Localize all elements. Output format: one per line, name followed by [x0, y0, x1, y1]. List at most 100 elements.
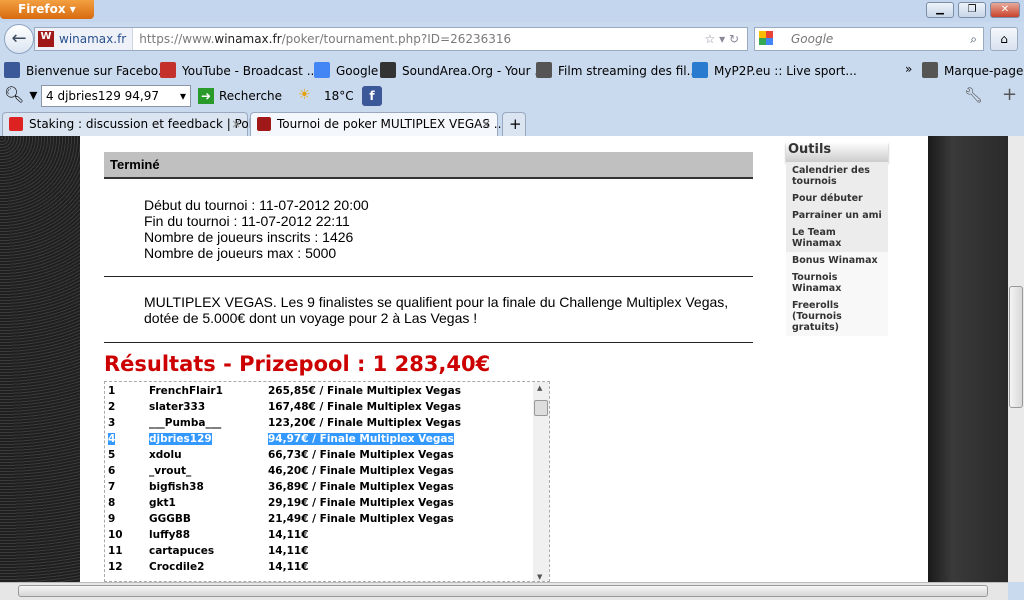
prize: 14,11€	[268, 545, 309, 557]
maximize-button[interactable]: ❐	[958, 2, 986, 18]
player-name: cartapuces	[149, 545, 215, 557]
bookmark-film-streaming[interactable]: Film streaming des fil...	[536, 62, 698, 78]
horizontal-scrollbar[interactable]	[0, 582, 1008, 600]
prize: 167,48€ / Finale Multiplex Vegas	[268, 401, 462, 413]
tab-tournament[interactable]: Tournoi de poker MULTIPLEX VEGAS ... ×	[250, 112, 505, 136]
sidebar-item[interactable]: Tournois Winamax	[786, 269, 888, 297]
prize: 29,19€ / Finale Multiplex Vegas	[268, 497, 454, 509]
player-name: djbries129	[149, 433, 212, 445]
bookmark-youtube[interactable]: YouTube - Broadcast ...	[160, 62, 318, 78]
scroll-thumb[interactable]	[1009, 286, 1023, 408]
bookmarks-menu[interactable]: Marque-pages	[922, 62, 1024, 78]
rank: 7	[108, 481, 116, 493]
player-name: GGGBB	[149, 513, 191, 525]
bookmarks-icon	[922, 62, 938, 78]
scroll-up-icon: ▲	[537, 384, 543, 392]
close-tab-icon: ×	[230, 117, 241, 131]
tab-favicon	[9, 117, 23, 131]
new-tab-button[interactable]: +	[502, 112, 526, 136]
rank: 5	[108, 449, 116, 461]
prize: 46,20€ / Finale Multiplex Vegas	[268, 465, 454, 477]
prize: 123,20€ / Finale Multiplex Vegas	[268, 417, 462, 429]
bookmark-soundarea[interactable]: SoundArea.Org - Your ...	[380, 62, 546, 78]
vertical-scrollbar[interactable]	[1008, 136, 1024, 582]
firefox-label: Firefox	[18, 2, 66, 16]
sidebar-item[interactable]: Freerolls (Tournois gratuits)	[786, 297, 888, 336]
search-label[interactable]: Recherche	[219, 89, 282, 103]
tools-sidebar: Outils Calendrier des tournois Pour début…	[786, 142, 888, 336]
tab-staking[interactable]: Staking : discussion et feedback | Pok..…	[2, 112, 267, 136]
sidebar-item[interactable]: Calendrier des tournois	[786, 162, 888, 190]
tab-favicon	[257, 117, 271, 131]
player-name: Crocdile2	[149, 561, 205, 573]
results-title: Résultats - Prizepool : 1 283,40€	[104, 352, 491, 376]
winamax-favicon: W	[38, 31, 54, 47]
results-scrollbar[interactable]: ▲ ▼	[533, 382, 549, 581]
weather-temperature: 18°C	[324, 89, 354, 103]
divider	[104, 276, 753, 277]
rank: 1	[108, 385, 116, 397]
bookmark-facebook[interactable]: Bienvenue sur Facebo...	[4, 62, 169, 78]
player-name: _vrout_	[149, 465, 192, 477]
prize: 14,11€	[268, 561, 309, 573]
search-icon: ⌕	[970, 32, 977, 46]
google-icon	[314, 62, 330, 78]
scroll-thumb[interactable]	[18, 585, 988, 597]
tournament-start: Début du tournoi : 11-07-2012 20:00	[144, 197, 369, 213]
background-left	[0, 136, 80, 582]
bookmarks-overflow[interactable]: »	[905, 62, 912, 76]
wrench-icon[interactable]: 🔧︎	[964, 86, 983, 104]
bookmark-google[interactable]: Google	[314, 62, 378, 78]
bookmark-star-icon[interactable]: ☆ ▾ ↻	[705, 28, 739, 50]
go-arrow-icon[interactable]: ➜	[198, 88, 214, 104]
tournament-description: MULTIPLEX VEGAS. Les 9 finalistes se qua…	[144, 294, 729, 326]
bookmarks-bar: Bienvenue sur Facebo... YouTube - Broadc…	[0, 58, 1024, 82]
facebook-icon[interactable]: f	[362, 86, 382, 106]
prize: 66,73€ / Finale Multiplex Vegas	[268, 449, 454, 461]
max-players: Nombre de joueurs max : 5000	[144, 245, 337, 261]
tournament-end: Fin du tournoi : 11-07-2012 22:11	[144, 213, 350, 229]
minimize-button[interactable]: ▁	[926, 2, 954, 18]
rank: 11	[108, 545, 123, 557]
rank: 9	[108, 513, 116, 525]
firefox-menu-button[interactable]: Firefox ▾	[0, 0, 94, 19]
rank: 2	[108, 401, 116, 413]
search-input[interactable]: Google ⌕	[754, 27, 984, 51]
player-name: FrenchFlair1	[149, 385, 223, 397]
rank: 8	[108, 497, 116, 509]
player-name: xdolu	[149, 449, 182, 461]
magnifier-icon[interactable]: 🔍︎ ▾	[4, 85, 37, 104]
scroll-thumb	[534, 400, 548, 416]
home-button[interactable]: ⌂	[990, 27, 1018, 51]
prize: 265,85€ / Finale Multiplex Vegas	[268, 385, 462, 397]
facebook-icon	[4, 62, 20, 78]
rank: 12	[108, 561, 123, 573]
add-icon[interactable]: +	[1002, 84, 1017, 105]
sidebar-item[interactable]: Bonus Winamax	[786, 252, 888, 269]
background-right	[928, 136, 1008, 582]
prize: 21,49€ / Finale Multiplex Vegas	[268, 513, 454, 525]
rank: 10	[108, 529, 123, 541]
player-name: gkt1	[149, 497, 176, 509]
soundarea-icon	[380, 62, 396, 78]
toolbar-search-combo[interactable]: 4 djbries129 94,97 ▾	[41, 85, 191, 107]
prize: 94,97€ / Finale Multiplex Vegas	[268, 433, 454, 445]
registered-players: Nombre de joueurs inscrits : 1426	[144, 229, 354, 245]
sidebar-item[interactable]: Parrainer un ami	[786, 207, 888, 224]
sidebar-item[interactable]: Le Team Winamax	[786, 224, 888, 252]
player-name: ___Pumba___	[149, 417, 222, 429]
bookmark-myp2p[interactable]: MyP2P.eu :: Live sport...	[692, 62, 857, 78]
results-list[interactable]: 1 FrenchFlair1 265,85€ / Finale Multiplex …	[104, 381, 550, 582]
chevron-down-icon: ▾	[179, 89, 186, 103]
url-bar[interactable]: winamax.fr https://www.winamax.fr/poker/t…	[34, 27, 748, 51]
prize: 14,11€	[268, 529, 309, 541]
main-page: Terminé Début du tournoi : 11-07-2012 20…	[80, 136, 928, 582]
star-icon	[536, 62, 552, 78]
close-button[interactable]: ✕	[990, 2, 1020, 18]
sidebar-item[interactable]: Pour débuter	[786, 190, 888, 207]
back-button[interactable]: ←	[4, 24, 34, 54]
rank: 6	[108, 465, 116, 477]
myp2p-icon	[692, 62, 708, 78]
prize: 36,89€ / Finale Multiplex Vegas	[268, 481, 454, 493]
scroll-down-icon: ▼	[537, 573, 543, 581]
